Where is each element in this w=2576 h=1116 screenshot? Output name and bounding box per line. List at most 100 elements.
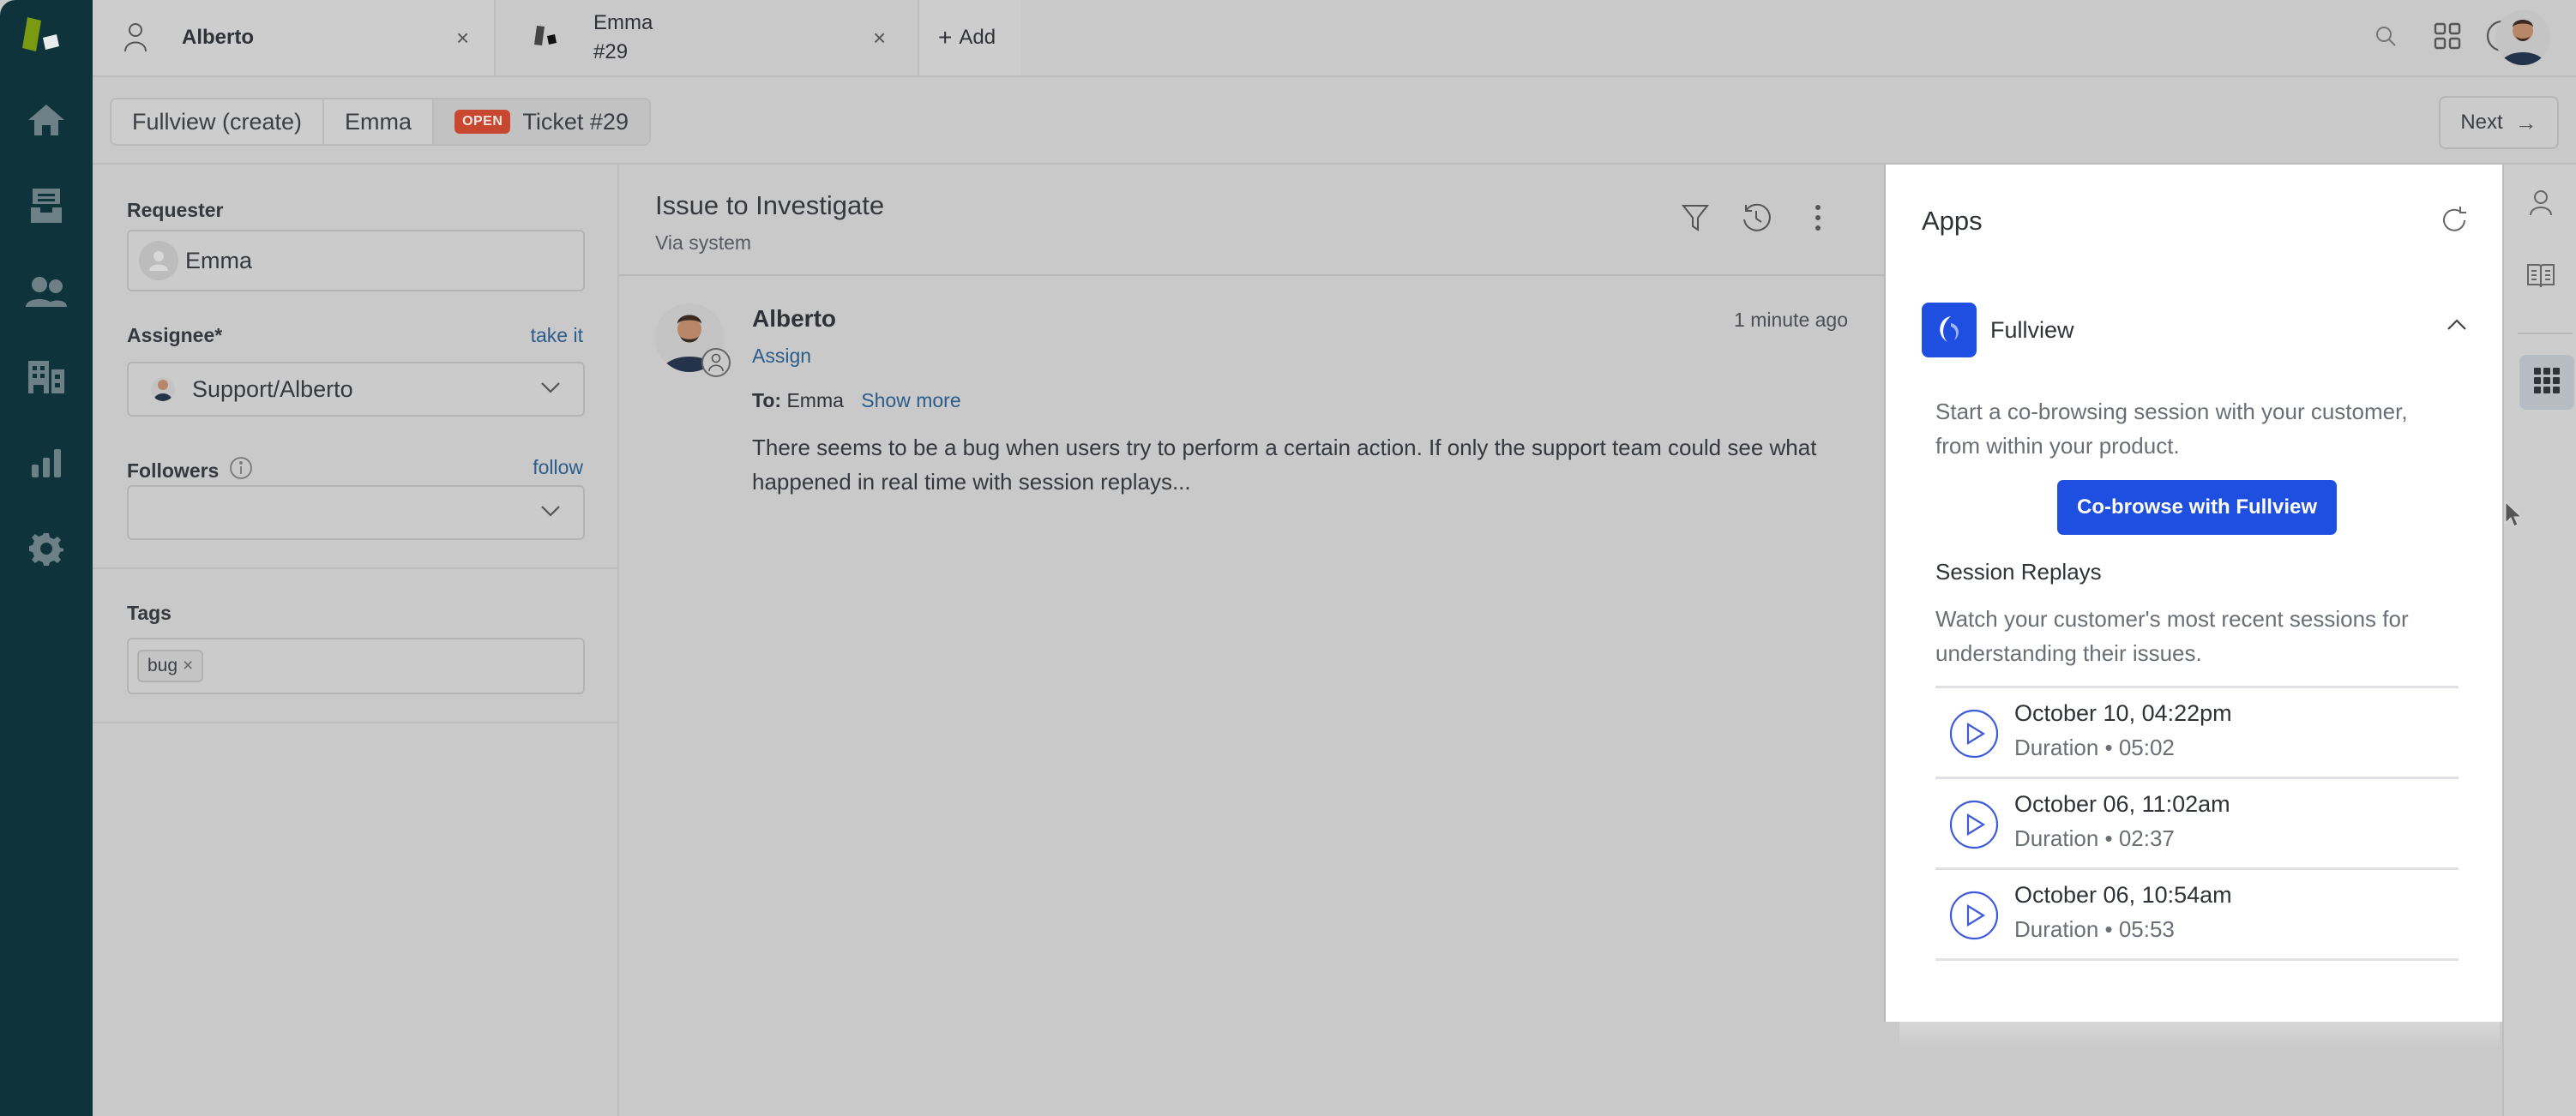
conversation-pane: Issue to Investigate Via system Alberto … <box>619 165 1884 1116</box>
more-options-button[interactable] <box>1799 201 1837 238</box>
breadcrumb-ticket[interactable]: OPEN Ticket #29 <box>434 99 649 144</box>
session-date: October 06, 11:02am <box>2014 791 2230 817</box>
breadcrumb: Fullview (create) Emma OPEN Ticket #29 <box>110 98 651 146</box>
requester-value: Emma <box>185 247 253 273</box>
session-replays-description: Watch your customer's most recent sessio… <box>1935 606 2409 666</box>
book-icon <box>2526 261 2555 293</box>
add-tab-button[interactable]: + Add <box>918 0 1020 75</box>
tag-chip: bug × <box>137 650 204 682</box>
nav-customers[interactable] <box>21 267 72 319</box>
close-tab-icon[interactable]: × <box>456 25 469 51</box>
session-duration: Duration • 02:37 <box>2014 825 2175 851</box>
tab-label: Emma #29 <box>593 9 653 67</box>
chevron-down-icon <box>540 381 561 398</box>
nav-views[interactable] <box>21 182 72 233</box>
chevron-up-icon[interactable] <box>2447 319 2467 335</box>
nav-reporting[interactable] <box>21 439 72 490</box>
remove-tag-icon[interactable]: × <box>183 656 193 676</box>
tags-label: Tags <box>127 602 172 624</box>
take-it-link[interactable]: take it <box>531 324 583 347</box>
primary-nav <box>0 0 93 1116</box>
assignee-label: Assignee* <box>127 324 223 346</box>
user-icon <box>2529 189 2553 221</box>
message-recipients: To: Emma Show more <box>752 389 961 412</box>
tab-label-line2: #29 <box>593 40 629 63</box>
close-tab-icon[interactable]: × <box>873 25 886 51</box>
session-replays-list: October 10, 04:22pm Duration • 05:02 Oct… <box>1935 686 2459 961</box>
follow-link[interactable]: follow <box>533 456 583 479</box>
followers-select[interactable] <box>127 485 585 540</box>
apps-panel: Apps Fullview Start a co-browsing sessio… <box>1884 165 2503 1022</box>
search-icon <box>2374 24 2398 52</box>
tags-input[interactable]: bug × <box>127 638 585 694</box>
breadcrumb-bar: Fullview (create) Emma OPEN Ticket #29 N… <box>93 77 2576 165</box>
breadcrumb-organization[interactable]: Fullview (create) <box>111 99 325 144</box>
tab-emma-ticket[interactable]: Emma #29 × <box>496 0 918 75</box>
breadcrumb-label: Fullview (create) <box>132 108 303 135</box>
section-divider <box>93 722 617 723</box>
mouse-cursor-icon <box>2504 501 2523 532</box>
refresh-icon <box>2441 205 2469 238</box>
info-icon[interactable] <box>229 456 253 485</box>
fullview-app-header[interactable]: Fullview <box>1922 302 2474 358</box>
zendesk-logo[interactable] <box>19 15 74 58</box>
bar-chart-icon <box>31 447 62 483</box>
building-icon <box>27 359 66 399</box>
filter-icon <box>1681 203 1710 237</box>
knowledge-button[interactable] <box>2519 255 2562 298</box>
play-icon[interactable] <box>1949 709 1999 759</box>
status-badge: OPEN <box>454 110 511 134</box>
app-description: Start a co-browsing session with your cu… <box>1935 399 2408 459</box>
nav-organizations[interactable] <box>21 353 72 405</box>
nav-admin[interactable] <box>21 525 72 576</box>
apps-title: Apps <box>1922 206 1983 236</box>
app-name: Fullview <box>1990 316 2074 343</box>
filter-button[interactable] <box>1676 201 1714 238</box>
apps-button[interactable] <box>2519 355 2574 410</box>
assignee-select[interactable]: Support/Alberto <box>127 362 585 417</box>
play-icon[interactable] <box>1949 800 1999 849</box>
followers-label: Followers <box>127 456 253 485</box>
assign-link[interactable]: Assign <box>752 345 811 368</box>
to-value: Emma <box>786 389 844 411</box>
customer-context-button[interactable] <box>2519 183 2562 226</box>
chevron-down-icon <box>540 505 561 521</box>
gear-icon <box>29 531 63 570</box>
conversation-header: Issue to Investigate Via system <box>619 165 1884 276</box>
nav-home[interactable] <box>21 96 72 147</box>
ticket-channel: Via system <box>655 231 752 254</box>
product-tray-button[interactable] <box>2429 19 2466 57</box>
show-more-link[interactable]: Show more <box>861 389 960 411</box>
history-icon <box>1741 202 1772 237</box>
play-icon[interactable] <box>1949 891 1999 940</box>
session-date: October 06, 10:54am <box>2014 882 2232 908</box>
rail-divider <box>2518 333 2573 334</box>
next-button[interactable]: Next → <box>2439 96 2559 149</box>
apps-grid-icon <box>2434 22 2461 54</box>
breadcrumb-label: Ticket #29 <box>522 108 629 135</box>
apps-grid-icon <box>2534 367 2560 398</box>
session-replay-item[interactable]: October 06, 10:54am Duration • 05:53 <box>1935 870 2459 961</box>
tab-bar: Alberto × Emma #29 × + Add <box>93 0 2576 77</box>
message-body: There seems to be a bug when users try t… <box>752 435 1817 495</box>
search-button[interactable] <box>2367 19 2404 57</box>
fullview-logo-icon <box>1922 303 1977 357</box>
refresh-apps-button[interactable] <box>2436 202 2474 240</box>
requester-field[interactable]: Emma <box>127 230 585 291</box>
user-avatar[interactable] <box>2495 10 2550 65</box>
session-date: October 10, 04:22pm <box>2014 700 2232 726</box>
requester-avatar-icon <box>139 241 178 280</box>
tab-alberto[interactable]: Alberto × <box>93 0 496 75</box>
session-replay-item[interactable]: October 10, 04:22pm Duration • 05:02 <box>1935 688 2459 779</box>
session-replay-item[interactable]: October 06, 11:02am Duration • 02:37 <box>1935 779 2459 870</box>
inbox-icon <box>29 187 63 229</box>
breadcrumb-requester[interactable]: Emma <box>324 99 435 144</box>
requester-label: Requester <box>127 199 224 221</box>
tag-label: bug <box>147 656 178 675</box>
history-button[interactable] <box>1737 201 1775 238</box>
assignee-value: Support/Alberto <box>192 375 353 402</box>
cobrowse-button[interactable]: Co-browse with Fullview <box>2057 480 2337 535</box>
tab-label: Alberto <box>182 26 254 49</box>
agent-badge-icon <box>701 348 731 377</box>
ticket-subject: Issue to Investigate <box>655 190 885 220</box>
